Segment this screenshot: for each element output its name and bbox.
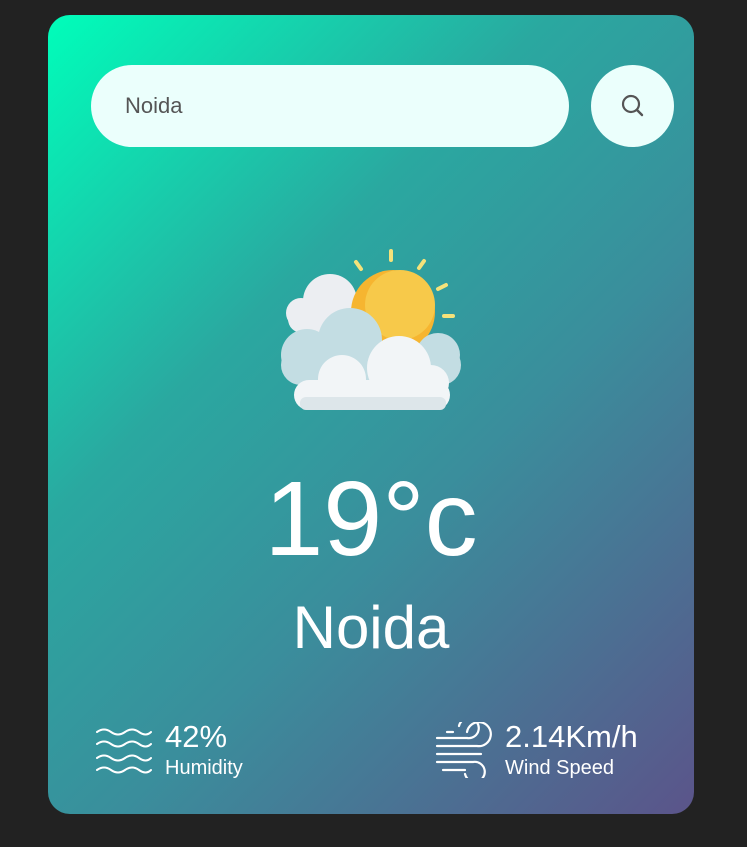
temperature: 19°c bbox=[264, 460, 478, 578]
humidity-value: 42% bbox=[165, 719, 228, 754]
wind-icon bbox=[435, 722, 493, 778]
city-search-input[interactable] bbox=[91, 65, 569, 147]
search-icon bbox=[620, 93, 646, 119]
wind-detail: 2.14Km/h Wind Speed bbox=[435, 720, 638, 780]
city-name: Noida bbox=[292, 594, 450, 661]
wind-speed-value: 2.14Km/h bbox=[505, 719, 638, 754]
weather-card: 19°c Noida 42% Humidity bbox=[48, 15, 694, 814]
humidity-detail: 42% Humidity bbox=[95, 720, 243, 780]
humidity-waves-icon bbox=[95, 724, 153, 776]
search-button[interactable] bbox=[591, 65, 674, 147]
wind-speed-label: Wind Speed bbox=[505, 757, 614, 779]
partly-cloudy-sun-icon bbox=[276, 245, 466, 415]
humidity-label: Humidity bbox=[165, 757, 243, 779]
